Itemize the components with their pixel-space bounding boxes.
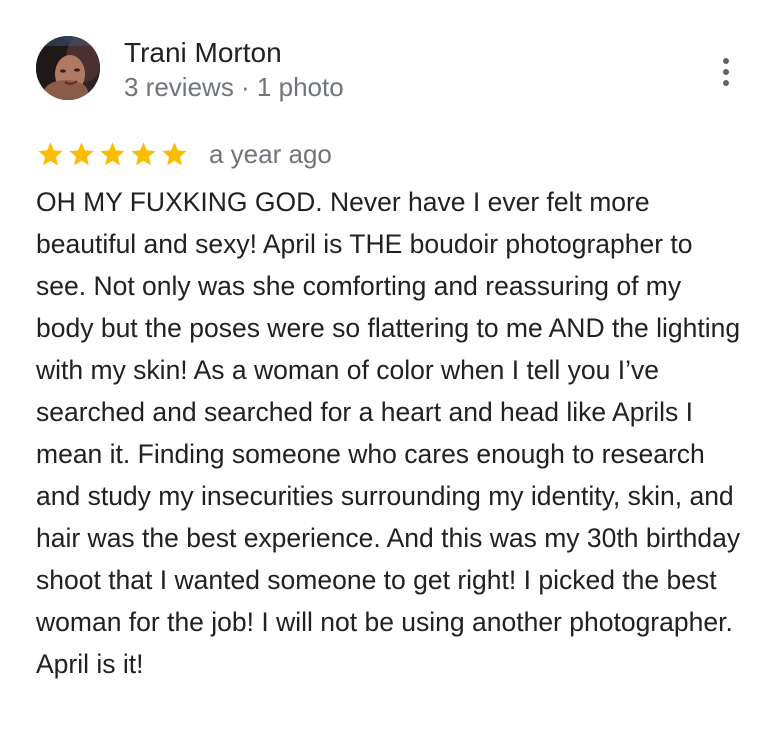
review-date: a year ago — [209, 139, 332, 169]
star-icon — [129, 140, 158, 169]
avatar-image — [36, 36, 100, 100]
author-review-count: 3 reviews · 1 photo — [124, 72, 344, 102]
star-icon — [36, 140, 65, 169]
rating-row: a year ago — [36, 137, 332, 171]
more-options-button[interactable] — [708, 52, 744, 92]
more-vert-icon — [723, 58, 729, 64]
author-name[interactable]: Trani Morton — [124, 36, 282, 70]
star-icon — [67, 140, 96, 169]
star-icon — [160, 140, 189, 169]
star-icon — [98, 140, 127, 169]
star-rating — [36, 140, 189, 169]
review-card: Trani Morton 3 reviews · 1 photo a year … — [0, 0, 780, 744]
review-text: OH MY FUXKING GOD. Never have I ever fel… — [36, 187, 741, 679]
avatar[interactable] — [36, 36, 100, 100]
